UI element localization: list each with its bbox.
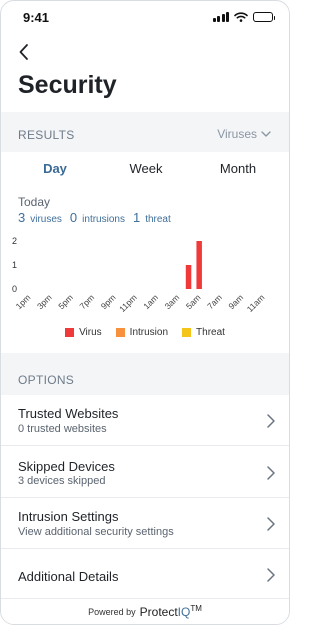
brand-tm: TM xyxy=(190,604,202,613)
x-tick-label: 11am xyxy=(245,292,267,314)
x-tick-label: 9am xyxy=(226,292,245,311)
today-counts: 3 viruses 0 intrusions 1 threat xyxy=(18,210,174,225)
option-skipped-devices[interactable]: Skipped Devices 3 devices skipped xyxy=(1,447,289,498)
option-title: Skipped Devices xyxy=(18,459,115,474)
viruses-count: 3 xyxy=(18,210,26,225)
x-tick-label: 5pm xyxy=(56,292,75,311)
options-label: OPTIONS xyxy=(18,373,75,387)
today-label: Today xyxy=(18,195,51,209)
option-title: Additional Details xyxy=(18,569,119,584)
option-subtitle: 3 devices skipped xyxy=(18,475,106,487)
y-tick-label: 0 xyxy=(12,284,17,294)
battery-icon xyxy=(253,12,275,22)
back-button[interactable] xyxy=(14,41,36,63)
x-tick-label: 3pm xyxy=(35,292,54,311)
chevron-down-icon xyxy=(261,131,271,137)
chevron-right-icon xyxy=(267,466,275,480)
option-additional-details[interactable]: Additional Details xyxy=(1,549,289,600)
y-tick-label: 1 xyxy=(12,260,17,270)
page-title: Security xyxy=(18,71,117,99)
threats-count: 1 xyxy=(132,210,141,225)
brand-accent: IQ xyxy=(177,605,191,619)
security-screen: 9:41 Security RESULTS Viruses Day Week M… xyxy=(0,0,290,625)
results-label: RESULTS xyxy=(18,128,75,142)
legend-item-threat: Threat xyxy=(182,327,225,338)
legend-swatch-threat xyxy=(182,328,192,337)
viruses-text: viruses xyxy=(30,214,62,225)
footer: Powered by ProtectIQTM xyxy=(1,598,289,624)
option-title: Intrusion Settings xyxy=(18,509,119,524)
cellular-signal-icon xyxy=(212,12,229,22)
x-tick-label: 3am xyxy=(163,292,182,311)
x-tick-label: 7am xyxy=(205,292,224,311)
x-tick-label: 7pm xyxy=(77,292,96,311)
chevron-left-icon xyxy=(19,44,28,60)
chevron-right-icon xyxy=(267,517,275,531)
legend-label-virus: Virus xyxy=(79,327,102,338)
bar-virus-4am xyxy=(185,265,192,289)
y-tick-label: 2 xyxy=(12,236,17,246)
chart-legend: Virus Intrusion Threat xyxy=(1,327,289,338)
intrusions-count: 0 xyxy=(69,210,78,225)
x-tick-label: 1am xyxy=(141,292,160,311)
x-tick-label: 11pm xyxy=(117,292,139,314)
wifi-icon xyxy=(234,12,248,22)
legend-item-virus: Virus xyxy=(65,327,102,338)
intrusions-text: intrusions xyxy=(82,214,125,225)
chevron-right-icon xyxy=(267,568,275,582)
legend-swatch-intrusion xyxy=(115,328,125,337)
tab-day[interactable]: Day xyxy=(15,161,95,176)
status-bar: 9:41 xyxy=(1,1,289,33)
option-subtitle: 0 trusted websites xyxy=(18,423,107,435)
brand-main: Protect xyxy=(139,605,178,619)
legend-item-intrusion: Intrusion xyxy=(115,327,169,338)
x-tick-label: 5am xyxy=(184,292,203,311)
period-tabs: Day Week Month xyxy=(1,161,289,183)
option-title: Trusted Websites xyxy=(18,406,119,421)
powered-by-text: Powered by xyxy=(88,606,136,617)
chevron-right-icon xyxy=(267,414,275,428)
tab-month[interactable]: Month xyxy=(198,161,278,176)
legend-label-intrusion: Intrusion xyxy=(129,327,169,338)
threat-type-filter[interactable]: Viruses xyxy=(217,127,271,141)
option-subtitle: View additional security settings xyxy=(18,526,174,538)
threats-text: threat xyxy=(145,214,171,225)
option-intrusion-settings[interactable]: Intrusion Settings View additional secur… xyxy=(1,498,289,549)
tab-week[interactable]: Week xyxy=(106,161,186,176)
bar-virus-5am xyxy=(196,241,202,289)
status-icons xyxy=(212,12,275,22)
x-tick-label: 1pm xyxy=(14,292,33,311)
filter-value: Viruses xyxy=(217,127,257,141)
legend-label-threat: Threat xyxy=(196,327,225,338)
option-trusted-websites[interactable]: Trusted Websites 0 trusted websites xyxy=(1,395,289,446)
x-tick-label: 9pm xyxy=(99,292,118,311)
threat-activity-chart: 0 1 2 1pm 3pm 5pm 7pm 9pm 11pm 1am 3am 5am 7am 9am 11a… xyxy=(12,236,267,314)
legend-swatch-virus xyxy=(65,328,75,337)
status-time: 9:41 xyxy=(23,10,50,25)
brand-logo: ProtectIQTM xyxy=(140,604,202,619)
